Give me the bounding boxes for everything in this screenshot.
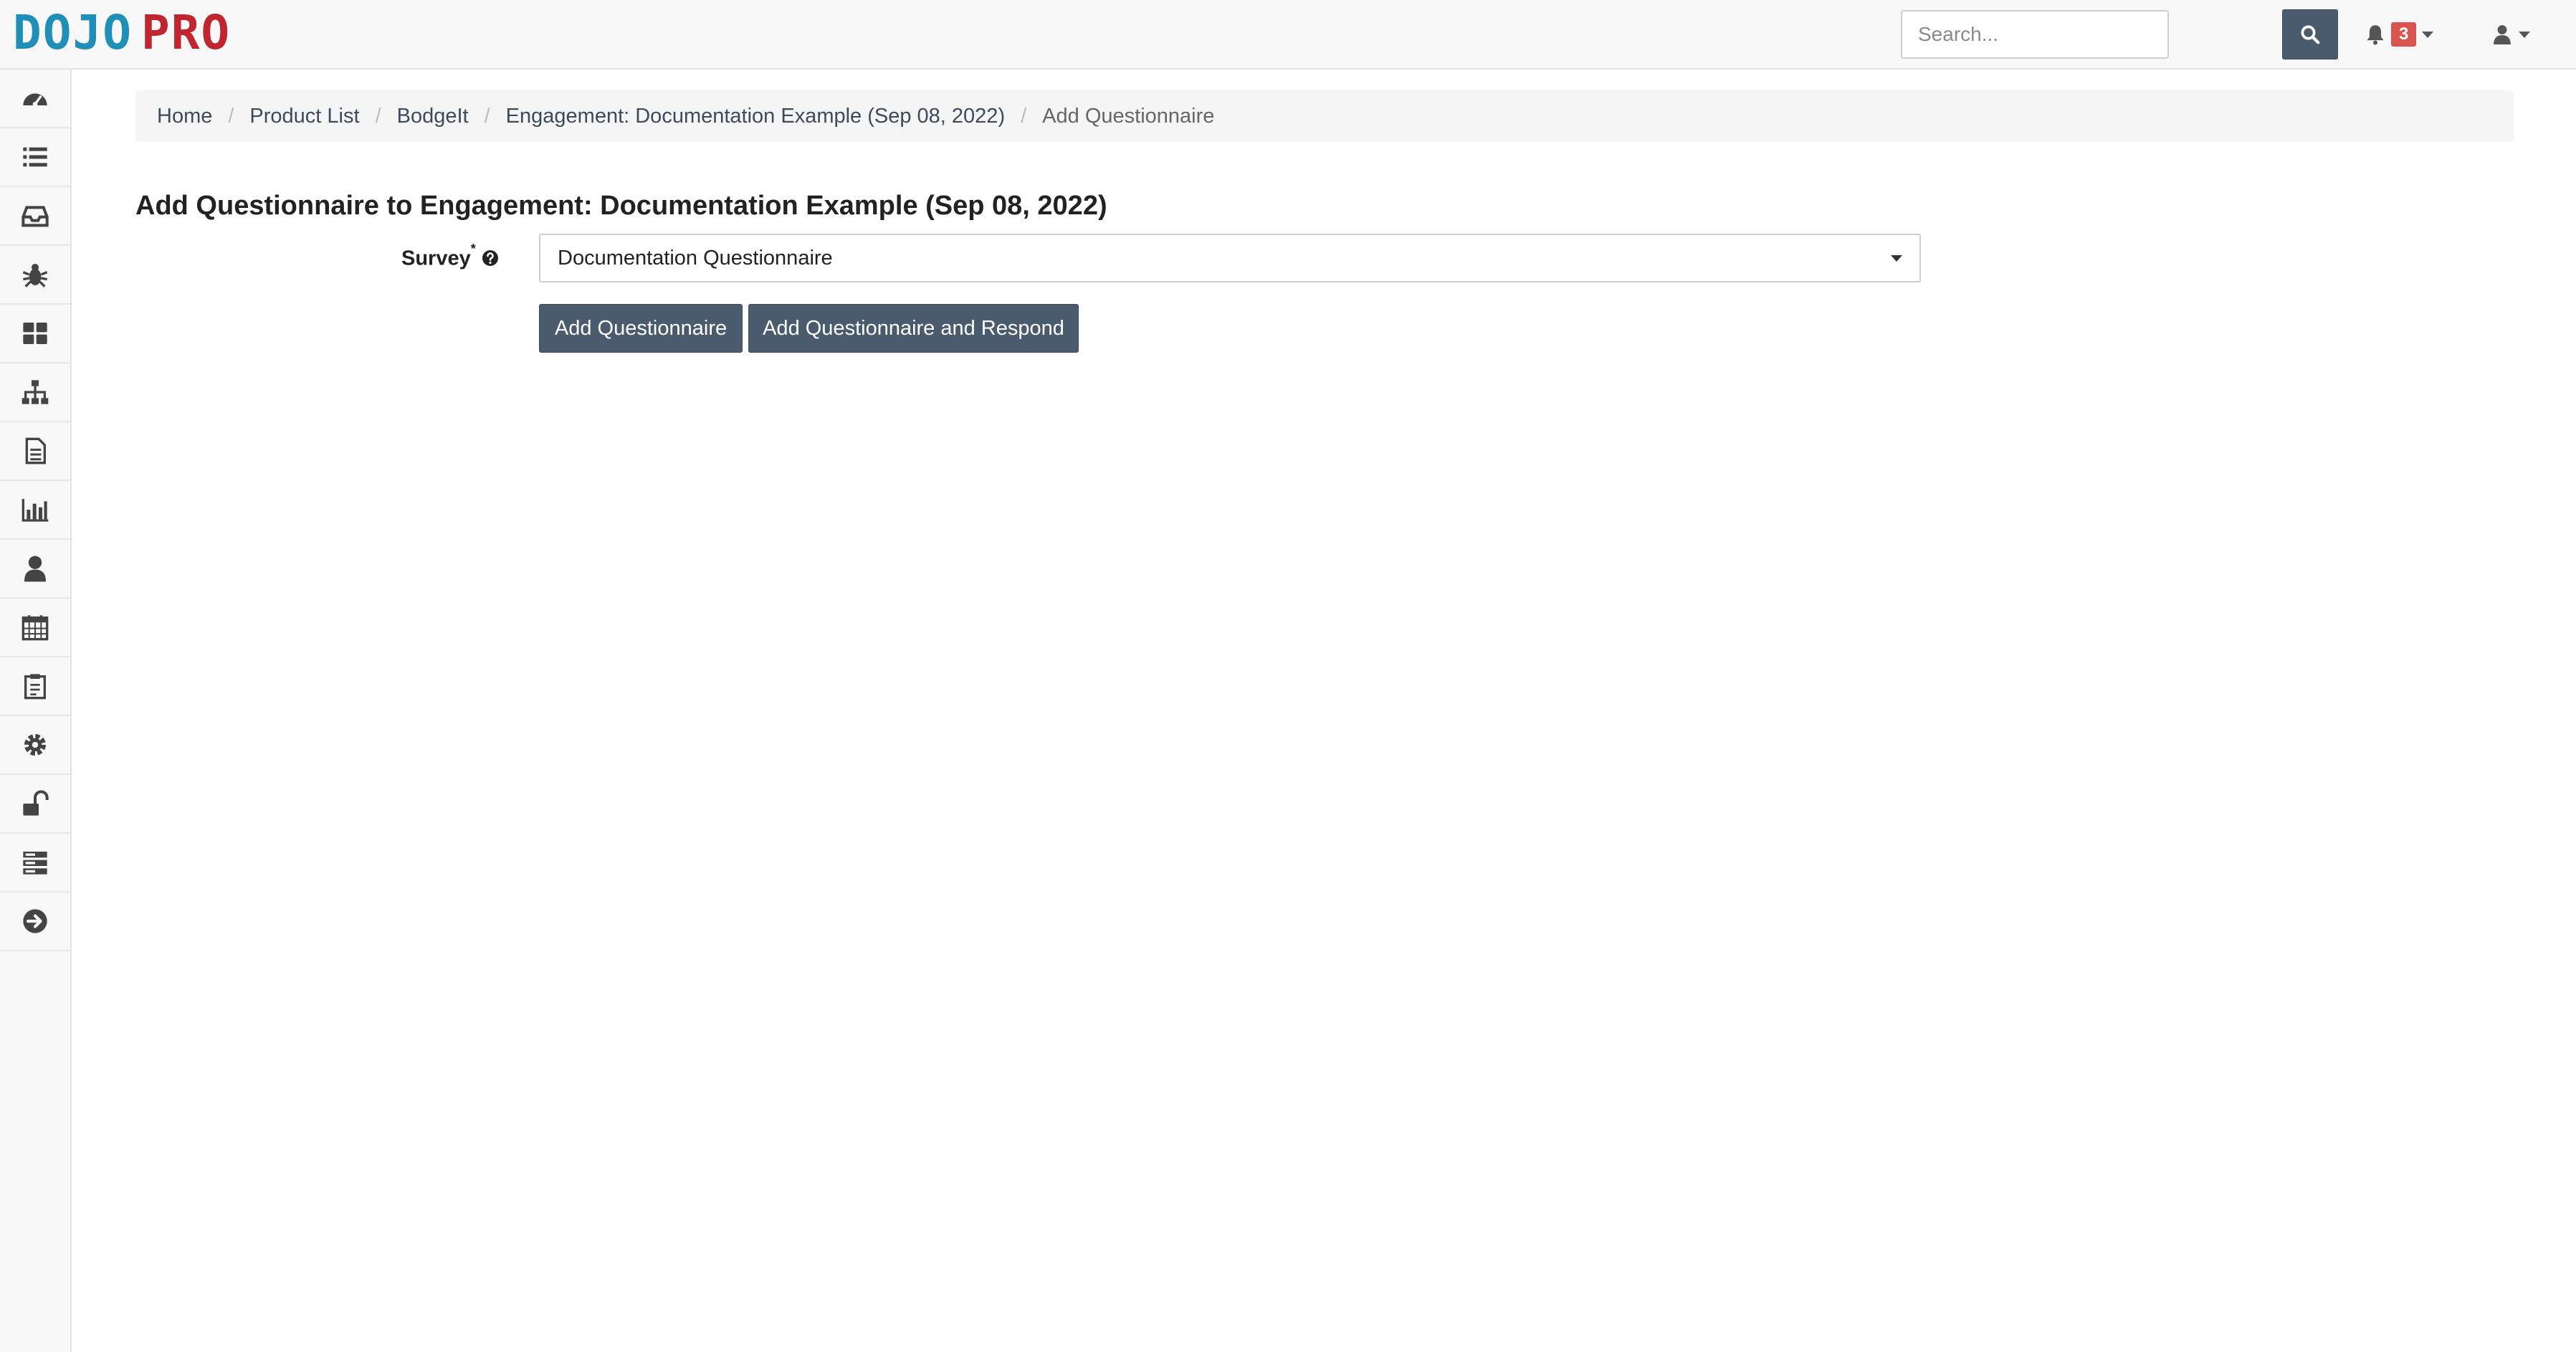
dashboard-icon — [23, 93, 47, 107]
page-title: Add Questionnaire to Engagement: Documen… — [135, 191, 1107, 221]
sidebar-item-users[interactable] — [0, 540, 70, 599]
notification-count-badge: 3 — [2391, 22, 2417, 47]
sidebar-item-list[interactable] — [0, 128, 70, 187]
inbox-icon — [22, 206, 49, 227]
server-icon — [23, 852, 47, 875]
sidebar-item-inbox[interactable] — [0, 187, 70, 246]
sidebar-item-expand[interactable] — [0, 892, 70, 951]
survey-label-text: Survey* — [401, 242, 476, 271]
bar-chart-icon — [22, 499, 49, 522]
help-icon[interactable] — [482, 249, 499, 267]
breadcrumb-current: Add Questionnaire — [1042, 104, 1215, 128]
list-icon — [23, 147, 47, 167]
sidebar-item-endpoints[interactable] — [0, 363, 70, 422]
gear-icon — [24, 734, 46, 756]
breadcrumb-separator: / — [484, 104, 490, 128]
arrow-circle-right-icon — [23, 909, 47, 933]
bug-icon — [22, 264, 48, 287]
logo-pro-text: PRO — [140, 5, 232, 60]
survey-select[interactable]: Documentation Questionnaire — [539, 234, 1921, 282]
unlock-icon — [23, 790, 49, 816]
sidebar-item-configuration[interactable] — [0, 716, 70, 775]
survey-label-name: Survey — [401, 247, 471, 270]
sidebar-item-calendar[interactable] — [0, 599, 70, 657]
survey-selected-value: Documentation Questionnaire — [558, 246, 833, 270]
clipboard-icon — [24, 674, 46, 700]
search-icon — [2301, 25, 2320, 44]
logo-dojo-text: DOJO — [13, 5, 133, 60]
sidebar — [0, 70, 72, 1352]
breadcrumb-home[interactable]: Home — [157, 105, 212, 128]
sidebar-item-questionnaires[interactable] — [0, 657, 70, 716]
breadcrumb-separator: / — [228, 104, 234, 128]
search-button[interactable] — [2282, 9, 2338, 59]
chevron-down-icon — [1891, 254, 1902, 262]
chevron-down-icon — [2422, 31, 2434, 38]
sidebar-item-findings[interactable] — [0, 246, 70, 305]
bell-icon — [2367, 25, 2384, 45]
breadcrumb-engagement[interactable]: Engagement: Documentation Example (Sep 0… — [506, 105, 1005, 128]
breadcrumb-product[interactable]: BodgeIt — [397, 105, 469, 128]
sitemap-icon — [22, 380, 49, 404]
sidebar-item-components[interactable] — [0, 305, 70, 363]
breadcrumb-product-list[interactable]: Product List — [249, 105, 359, 128]
top-navbar: DOJO PRO 3 — [0, 0, 2576, 70]
survey-label: Survey* — [401, 242, 499, 272]
calendar-icon — [22, 615, 49, 641]
user-menu[interactable] — [2493, 19, 2530, 50]
sidebar-item-reports[interactable] — [0, 422, 70, 481]
required-marker: * — [470, 241, 476, 256]
dojo-pro-logo[interactable]: DOJO PRO — [13, 5, 232, 60]
add-questionnaire-and-respond-button[interactable]: Add Questionnaire and Respond — [748, 304, 1079, 353]
user-icon — [24, 556, 46, 582]
chevron-down-icon — [2519, 31, 2530, 38]
search-input[interactable] — [1901, 10, 2169, 59]
notifications-menu[interactable]: 3 — [2365, 19, 2434, 50]
document-icon — [25, 437, 46, 465]
breadcrumb-separator: / — [375, 104, 381, 128]
user-icon — [2494, 25, 2511, 44]
breadcrumb: Home / Product List / BodgeIt / Engageme… — [135, 90, 2514, 142]
sidebar-item-metrics[interactable] — [0, 481, 70, 540]
sidebar-item-system[interactable] — [0, 834, 70, 892]
sidebar-item-permissions[interactable] — [0, 775, 70, 834]
grid-icon — [23, 323, 47, 344]
breadcrumb-separator: / — [1021, 104, 1027, 128]
sidebar-item-dashboard[interactable] — [0, 70, 70, 128]
add-questionnaire-button[interactable]: Add Questionnaire — [539, 304, 743, 353]
